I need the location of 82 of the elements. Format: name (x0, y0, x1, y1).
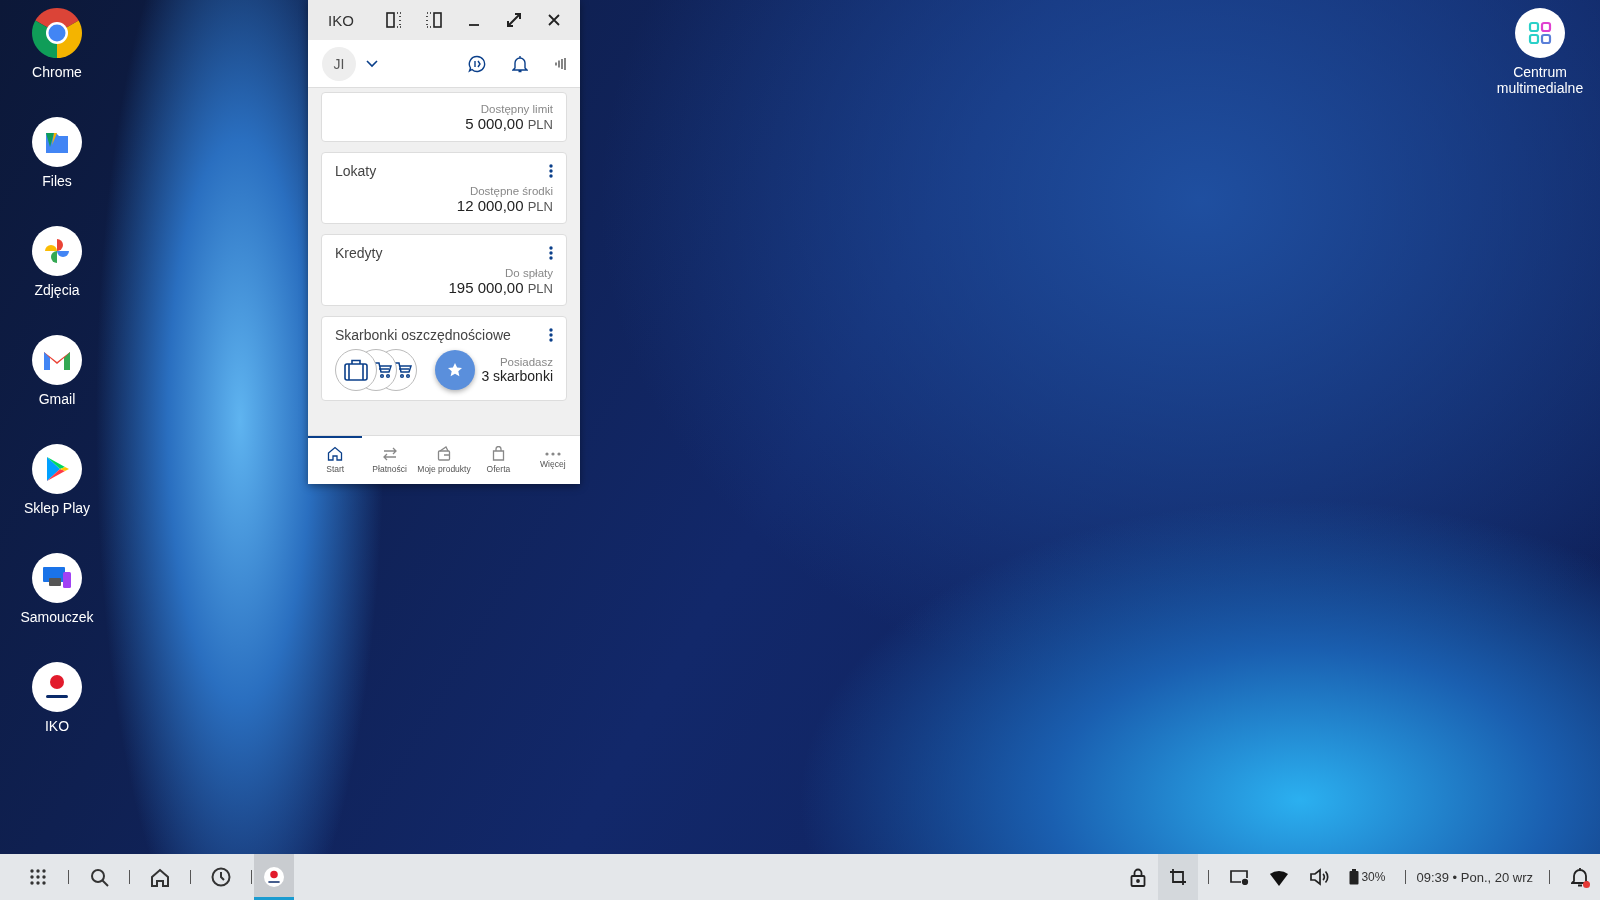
battery-status[interactable]: 30% (1339, 869, 1396, 885)
arrows-icon (381, 446, 398, 461)
desktop-shortcut[interactable]: Files (2, 117, 112, 189)
shortcut-label: Sklep Play (23, 500, 91, 516)
lock-icon (1130, 867, 1147, 887)
product-card[interactable]: Kredyty Do spłaty 195 000,00 PLN (321, 234, 567, 306)
shortcut-label: Zdjęcia (34, 282, 80, 298)
window-title: IKO (328, 11, 355, 29)
shopping-bag-icon (491, 446, 505, 461)
desktop-shortcut[interactable]: Centrum multimedialne (1485, 8, 1595, 96)
star-icon (447, 362, 464, 378)
amount-label: Dostępne środki (469, 185, 553, 197)
amount-label: Posiadasz (499, 356, 553, 368)
desktop-shortcut[interactable]: Gmail (2, 335, 112, 407)
more-options-icon[interactable] (549, 328, 553, 342)
search-icon (89, 867, 109, 887)
amount-value: 5 000,00 PLN (465, 115, 553, 132)
product-card[interactable]: Dostępny limit 5 000,00 PLN (321, 92, 567, 142)
bell-icon (1571, 867, 1589, 887)
battery-percentage: 30% (1361, 870, 1386, 884)
wifi-icon (1269, 868, 1290, 886)
shortcut-label: Samouczek (20, 609, 94, 625)
mail-app-icon (32, 335, 82, 385)
iko-app-icon (264, 865, 284, 889)
cart-icon (394, 361, 412, 379)
shortcut-label: Centrum multimedialne (1495, 64, 1585, 96)
cart-icon (374, 361, 392, 379)
minimize-icon (469, 24, 479, 26)
desktop-shortcut[interactable]: IKO (2, 662, 112, 734)
grid-app-icon (1515, 8, 1565, 58)
snap-left-icon (386, 12, 402, 28)
desktop-shortcut[interactable]: Sklep Play (2, 444, 112, 516)
play-store-app-icon (32, 444, 82, 494)
nav-tab[interactable]: Moje produkty (416, 436, 472, 484)
apps-grid-icon (30, 869, 46, 885)
suitcase-icon (344, 359, 368, 381)
screen-settings-icon (1229, 869, 1250, 885)
nav-tab[interactable]: Oferta (471, 436, 526, 484)
pinwheel-app-icon (32, 226, 82, 276)
shortcut-label: Chrome (32, 64, 82, 80)
iko-app-icon (32, 662, 82, 712)
more-icon (544, 451, 561, 456)
shortcut-label: IKO (44, 718, 70, 734)
product-card[interactable]: Skarbonki oszczędnościowe Posiadasz 3 skarbonki (321, 316, 567, 401)
clock-date[interactable]: 09:39 • Pon., 20 wrz (1416, 869, 1533, 885)
volume-icon (1309, 868, 1330, 886)
wallet-icon (437, 446, 451, 461)
card-title: Skarbonki oszczędnościowe (335, 327, 511, 343)
home-icon (150, 867, 170, 887)
desktop-shortcut[interactable]: Samouczek (2, 553, 112, 625)
amount-label: Dostępny limit (480, 103, 553, 115)
amount-value: 195 000,00 PLN (448, 279, 553, 296)
nav-tab[interactable]: Start (308, 436, 363, 484)
desktop-shortcut[interactable]: Chrome (2, 8, 112, 80)
maximize-icon (506, 12, 522, 28)
home-icon (327, 446, 344, 461)
close-icon (547, 13, 561, 27)
card-title: Lokaty (335, 163, 377, 179)
card-title: Kredyty (335, 245, 383, 261)
running-app-button[interactable] (254, 854, 294, 900)
more-options-icon[interactable] (549, 164, 553, 178)
clock-icon (211, 867, 231, 887)
profile-avatar[interactable]: JI (322, 46, 356, 81)
chevron-down-icon[interactable] (364, 57, 380, 70)
nav-tab[interactable]: Więcej (525, 436, 581, 484)
nav-tab[interactable]: Płatności (362, 436, 417, 484)
devices-app-icon (32, 553, 82, 603)
chrome-logo-icon (32, 8, 82, 58)
amount-value: 3 skarbonki (481, 368, 553, 384)
crop-icon (1169, 868, 1188, 886)
more-options-icon[interactable] (549, 246, 553, 260)
battery-icon (1349, 869, 1360, 885)
shortcut-label: Files (42, 173, 72, 189)
amount-label: Do spłaty (505, 267, 553, 279)
product-card[interactable]: Lokaty Dostępne środki 12 000,00 PLN (321, 152, 567, 224)
files-app-icon (32, 117, 82, 167)
snap-right-icon (426, 12, 442, 28)
shortcut-label: Gmail (38, 391, 76, 407)
desktop-shortcut[interactable]: Zdjęcia (2, 226, 112, 298)
favorite-button[interactable] (435, 350, 476, 390)
crop-button[interactable] (1158, 854, 1199, 900)
amount-value: 12 000,00 PLN (456, 197, 553, 214)
